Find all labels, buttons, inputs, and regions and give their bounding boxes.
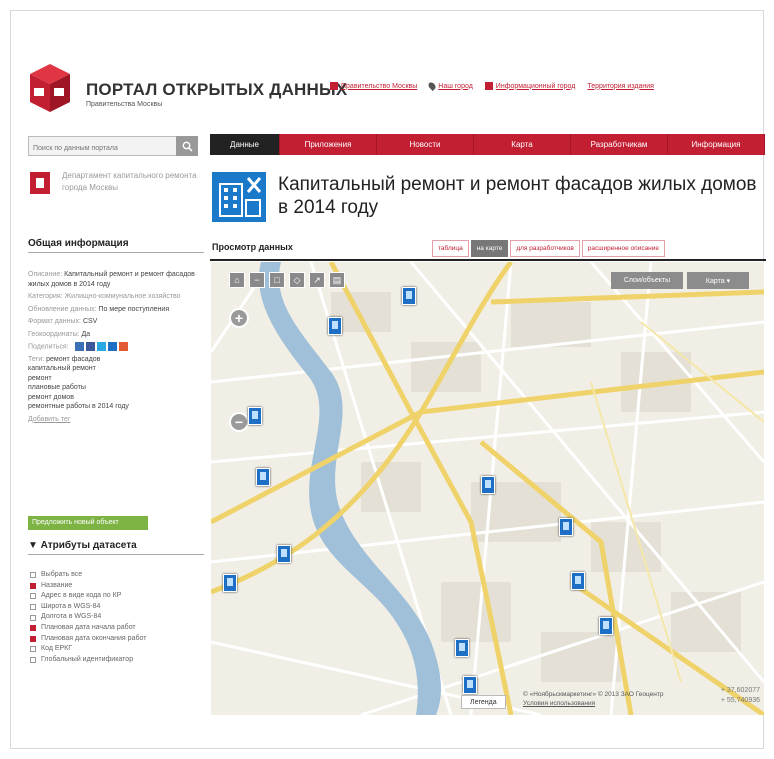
tab-map[interactable]: на карте [470, 240, 509, 257]
nav-developers[interactable]: Разработчикам [571, 134, 668, 155]
attributes-heading[interactable]: ▼ Атрибуты датасета [28, 540, 204, 555]
data-view-heading: Просмотр данных [212, 242, 293, 252]
top-links: Правительство Москвы Наш город Информаци… [330, 81, 654, 91]
ruler-tool-icon[interactable]: ↗ [309, 272, 325, 288]
checkbox[interactable] [30, 646, 36, 653]
attributes-list: Выбрать все Название Адрес в виде кода п… [30, 570, 146, 665]
attr-end[interactable]: Плановая дата окончания работ [30, 634, 146, 645]
map-marker[interactable] [277, 545, 291, 563]
attr-global-id[interactable]: Глобальный идентификатор [30, 655, 146, 666]
map-marker[interactable] [248, 407, 262, 425]
map-marker[interactable] [463, 676, 477, 694]
checkbox[interactable] [30, 572, 36, 579]
general-info-heading: Общая информация [28, 238, 204, 253]
checkbox[interactable] [30, 614, 36, 621]
tab-table[interactable]: таблица [432, 240, 469, 257]
info-geo: Геокоординаты: Да [28, 330, 91, 338]
info-format: Формат данных: CSV [28, 318, 98, 325]
checkbox[interactable] [30, 604, 36, 611]
map-marker[interactable] [328, 317, 342, 335]
department-link[interactable]: Департамент капитального ремонта города … [62, 170, 202, 194]
portal-cube-logo-icon[interactable] [28, 62, 72, 114]
legend-button[interactable]: Легенда [461, 695, 506, 709]
twitter-icon[interactable] [96, 342, 106, 351]
home-icon[interactable]: ⌂ [229, 272, 245, 288]
map-copyright: © «Ноябрьскмаркетинг» © 2013 ЗАО Геоцент… [523, 691, 664, 707]
vk-icon[interactable] [74, 342, 84, 351]
divider [210, 259, 766, 261]
map-type-dropdown[interactable]: Карта ▾ [687, 272, 749, 289]
zoom-out-button[interactable]: − [229, 412, 249, 432]
moscow-coat-of-arms-icon [30, 172, 50, 194]
nav-apps[interactable]: Приложения [280, 134, 377, 155]
dataset-title: Капитальный ремонт и ремонт фасадов жилы… [278, 174, 757, 218]
tab-developers[interactable]: для разработчиков [510, 240, 580, 257]
link-government[interactable]: Правительство Москвы [330, 82, 417, 90]
info-share: Поделиться: [28, 342, 204, 352]
search-input[interactable] [29, 139, 177, 158]
terms-link[interactable]: Условия использования [523, 700, 595, 707]
search-icon [182, 141, 193, 152]
propose-object-button[interactable]: Предложить новый объект [28, 516, 148, 530]
square-tool-icon[interactable]: □ [269, 272, 285, 288]
map-view[interactable]: ⌂ − □ ◇ ↗ ▤ + − Слои/объекты Карта ▾ Лег… [211, 262, 764, 715]
layers-button[interactable]: Слои/объекты [611, 272, 683, 289]
info-category: Категория: Жилищно-коммунальное хозяйств… [28, 293, 181, 300]
print-tool-icon[interactable]: ▤ [329, 272, 345, 288]
add-tag-link[interactable]: Добавить тег [28, 415, 204, 425]
info-description: Описание: Капитальный ремонт и ремонт фа… [28, 271, 195, 288]
map-marker[interactable] [256, 468, 270, 486]
map-pin-icon [427, 81, 438, 91]
view-tabs: таблица на карте для разработчиков расши… [432, 240, 666, 257]
search-box [28, 136, 198, 158]
checkbox[interactable] [30, 582, 36, 589]
attr-lat[interactable]: Широта в WGS-84 [30, 602, 146, 613]
attr-lon[interactable]: Долгота в WGS-84 [30, 612, 146, 623]
checkbox[interactable] [30, 593, 36, 600]
nav-map[interactable]: Карта [474, 134, 571, 155]
facebook-icon[interactable] [85, 342, 95, 351]
map-marker[interactable] [571, 572, 585, 590]
portal-title[interactable]: ПОРТАЛ ОТКРЫТЫХ ДАННЫХ [86, 80, 347, 100]
link-territory[interactable]: Территория издания [587, 82, 654, 90]
search-button[interactable] [176, 136, 198, 156]
checkbox[interactable] [30, 625, 36, 632]
attr-select-all[interactable]: Выбрать все [30, 570, 146, 581]
attr-start[interactable]: Плановая дата начала работ [30, 623, 146, 634]
nav-news[interactable]: Новости [377, 134, 474, 155]
tags: Теги: ремонт фасадов капитальный ремонт … [28, 355, 129, 411]
checkbox[interactable] [30, 635, 36, 642]
attr-name[interactable]: Название [30, 581, 146, 592]
portal-subtitle: Правительства Москвы [86, 101, 163, 108]
minus-tool-icon[interactable]: − [249, 272, 265, 288]
polygon-tool-icon[interactable]: ◇ [289, 272, 305, 288]
share-icons [74, 342, 128, 351]
attr-erkg[interactable]: Код ЕРКГ [30, 644, 146, 655]
building-repair-icon [212, 172, 266, 222]
map-marker[interactable] [223, 574, 237, 592]
link-icon[interactable] [107, 342, 117, 351]
coordinate-readout: + 37,602077 + 55,740936 [720, 687, 760, 704]
main-nav: Данные Приложения Новости Карта Разработ… [210, 134, 765, 155]
zoom-in-button[interactable]: + [229, 308, 249, 328]
nav-data[interactable]: Данные [210, 134, 280, 155]
map-marker[interactable] [481, 476, 495, 494]
attr-address[interactable]: Адрес в виде кода по КР [30, 591, 146, 602]
building-icon [330, 82, 338, 90]
nav-info[interactable]: Информация [668, 134, 765, 155]
info-update: Обновление данных: По мере поступления [28, 305, 170, 313]
map-marker[interactable] [599, 617, 613, 635]
info-book-icon [484, 82, 493, 90]
map-marker[interactable] [402, 287, 416, 305]
google-plus-icon[interactable] [118, 342, 128, 351]
map-marker[interactable] [559, 518, 573, 536]
checkbox[interactable] [30, 657, 36, 664]
tab-extended-description[interactable]: расширенное описание [581, 240, 666, 257]
general-info: Описание: Капитальный ремонт и ремонт фа… [28, 270, 204, 424]
link-info-city[interactable]: Информационный город [484, 82, 575, 90]
map-marker[interactable] [455, 639, 469, 657]
link-our-city[interactable]: Наш город [427, 81, 473, 91]
